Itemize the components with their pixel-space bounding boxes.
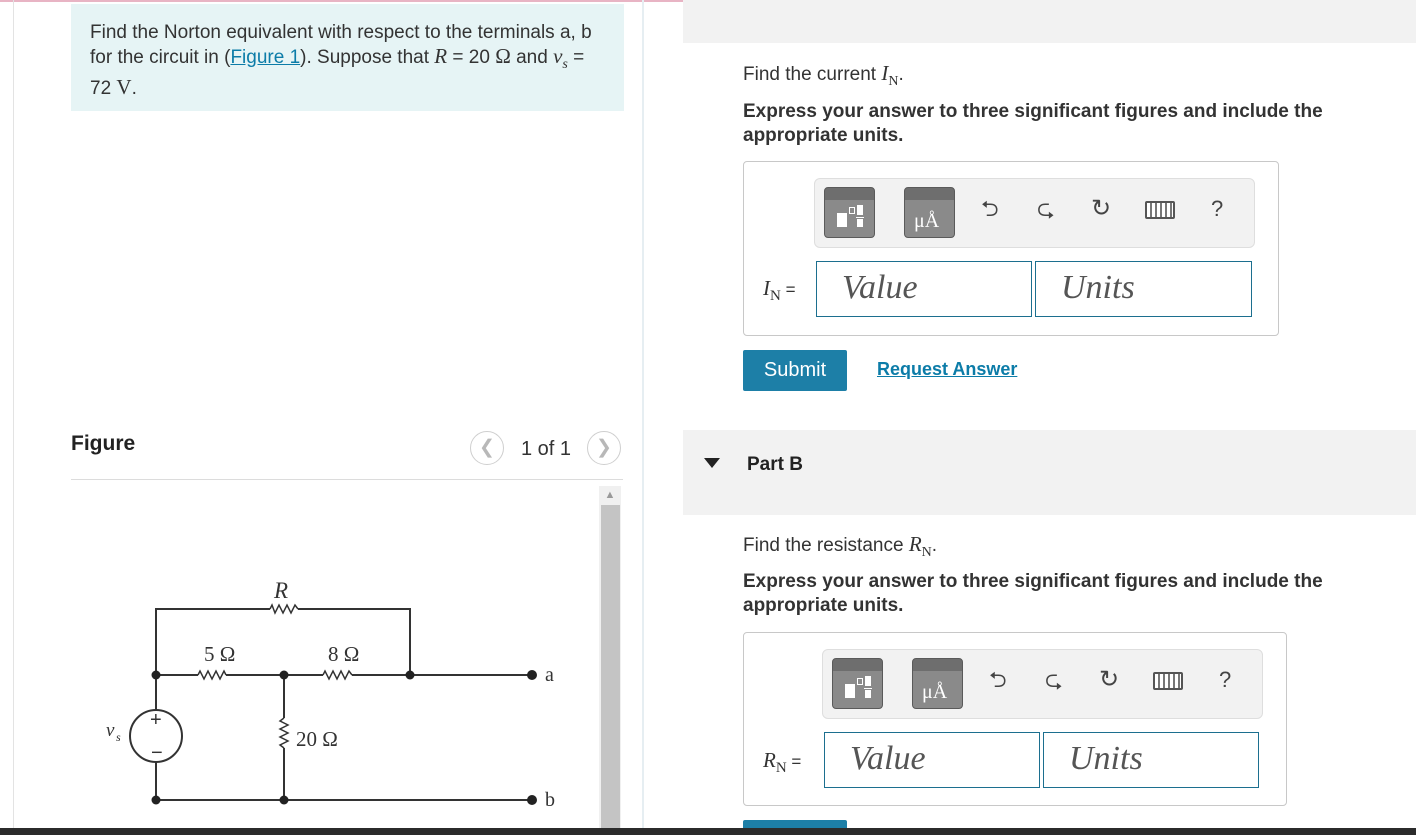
reset-icon[interactable]: ↻ (1091, 197, 1111, 221)
circuit-nodes (151, 670, 537, 805)
part-b-equation-label: RN = (763, 748, 801, 777)
chevron-right-icon: ❯ (596, 437, 612, 458)
redo-icon[interactable]: ⮎ (1037, 197, 1055, 221)
circuit-wires (155, 603, 530, 801)
part-a-units-input[interactable]: Units (1035, 261, 1252, 317)
figure-prev-button[interactable]: ❮ (470, 431, 504, 465)
templates-icon (845, 676, 872, 698)
r5-label: 5 Ω (204, 642, 235, 666)
part-b-eq-sign: = (786, 752, 802, 771)
part-a-request-answer-link[interactable]: Request Answer (877, 359, 1017, 380)
part-b-emphasis: Express your answer to three significant… (743, 571, 1323, 616)
part-b-period: . (931, 535, 938, 556)
part-b-title[interactable]: Part B (747, 454, 803, 476)
part-a-value-input[interactable]: Value (816, 261, 1032, 317)
part-a-instruction-text: Find the current (743, 64, 882, 85)
figure-counter: 1 of 1 (521, 438, 572, 460)
part-b-toolbar: μÅ ⮌ ⮎ ↻ ? (822, 649, 1263, 719)
problem-period: . (131, 77, 137, 99)
part-a-sub: N (888, 73, 899, 89)
source-plus: + (150, 709, 162, 731)
symbols-button[interactable]: μÅ (904, 187, 955, 238)
part-a-answer-box: μÅ ⮌ ⮎ ↻ ? IN = Value Units (743, 161, 1279, 336)
redo-icon[interactable]: ⮎ (1045, 668, 1063, 692)
templates-icon (837, 205, 864, 227)
part-b-value-input[interactable]: Value (824, 732, 1040, 788)
source-minus: − (151, 742, 163, 764)
templates-button[interactable] (824, 187, 875, 238)
r-variable: R (434, 43, 448, 68)
part-b-answer-box: μÅ ⮌ ⮎ ↻ ? RN = Value Units (743, 632, 1287, 806)
part-a-period: . (898, 64, 904, 85)
pane-divider[interactable] (642, 0, 644, 835)
source-label: v (106, 720, 115, 741)
r8-label: 8 Ω (328, 642, 359, 666)
part-a-emphasis: Express your answer to three significant… (743, 101, 1323, 146)
keyboard-icon[interactable] (1145, 201, 1175, 219)
r-value: = 20 (447, 46, 496, 68)
problem-statement: Find the Norton equivalent with respect … (71, 4, 624, 111)
part-a-submit-button[interactable]: Submit (743, 350, 847, 391)
help-icon[interactable]: ? (1219, 668, 1231, 692)
symbols-button-b[interactable]: μÅ (912, 658, 963, 709)
undo-icon[interactable]: ⮌ (981, 197, 999, 221)
scrollbar-thumb[interactable] (601, 505, 620, 828)
figure-divider (71, 479, 623, 480)
circuit-diagram: + − R 5 Ω 8 Ω 20 Ω v s a b (106, 578, 555, 811)
r-label: R (273, 578, 288, 603)
help-icon[interactable]: ? (1211, 197, 1223, 221)
part-a-eq-sign: = (780, 280, 796, 299)
figure-next-button[interactable]: ❯ (587, 431, 621, 465)
templates-button-b[interactable] (832, 658, 883, 709)
source-label-sub: s (116, 730, 121, 744)
figure-link[interactable]: Figure 1 (230, 47, 300, 68)
r20-label: 20 Ω (296, 727, 338, 751)
vs-variable: v (553, 43, 563, 68)
window-bottom-bar (0, 828, 1416, 835)
part-a-toolbar: μÅ ⮌ ⮎ ↻ ? (814, 178, 1255, 248)
part-a-equation-label: IN = (763, 276, 796, 305)
part-a-eq-var: I (763, 276, 770, 300)
scroll-up-arrow-icon[interactable]: ▲ (599, 486, 621, 504)
collapse-triangle-icon[interactable] (704, 458, 720, 468)
chevron-left-icon: ❮ (479, 437, 495, 458)
terminal-a-label: a (545, 664, 554, 686)
part-b-eq-sub: N (775, 760, 787, 777)
part-b-instruction-text: Find the resistance (743, 535, 909, 556)
part-b-units-input[interactable]: Units (1043, 732, 1259, 788)
part-a-instruction: Find the current IN. (743, 61, 904, 90)
left-border (13, 0, 14, 835)
terminal-b-label: b (545, 789, 555, 811)
problem-and: and (510, 46, 554, 68)
keyboard-icon[interactable] (1153, 672, 1183, 690)
reset-icon[interactable]: ↻ (1099, 668, 1119, 692)
part-b-eq-var: R (763, 748, 776, 772)
r-unit: Ω (495, 43, 511, 68)
part-b-submit-button[interactable] (743, 820, 847, 828)
part-b-sub: N (921, 544, 932, 560)
undo-icon[interactable]: ⮌ (989, 668, 1007, 692)
symbols-icon: μÅ (914, 210, 940, 232)
part-b-instruction: Find the resistance RN. (743, 532, 937, 561)
vs-unit: V (116, 74, 132, 99)
figure-title: Figure (71, 432, 136, 455)
symbols-icon: μÅ (922, 681, 948, 703)
problem-text-2: ). Suppose that (300, 46, 435, 68)
part-a-eq-sub: N (770, 288, 781, 305)
part-a-header-band (683, 0, 1416, 43)
part-b-var: R (908, 532, 922, 556)
